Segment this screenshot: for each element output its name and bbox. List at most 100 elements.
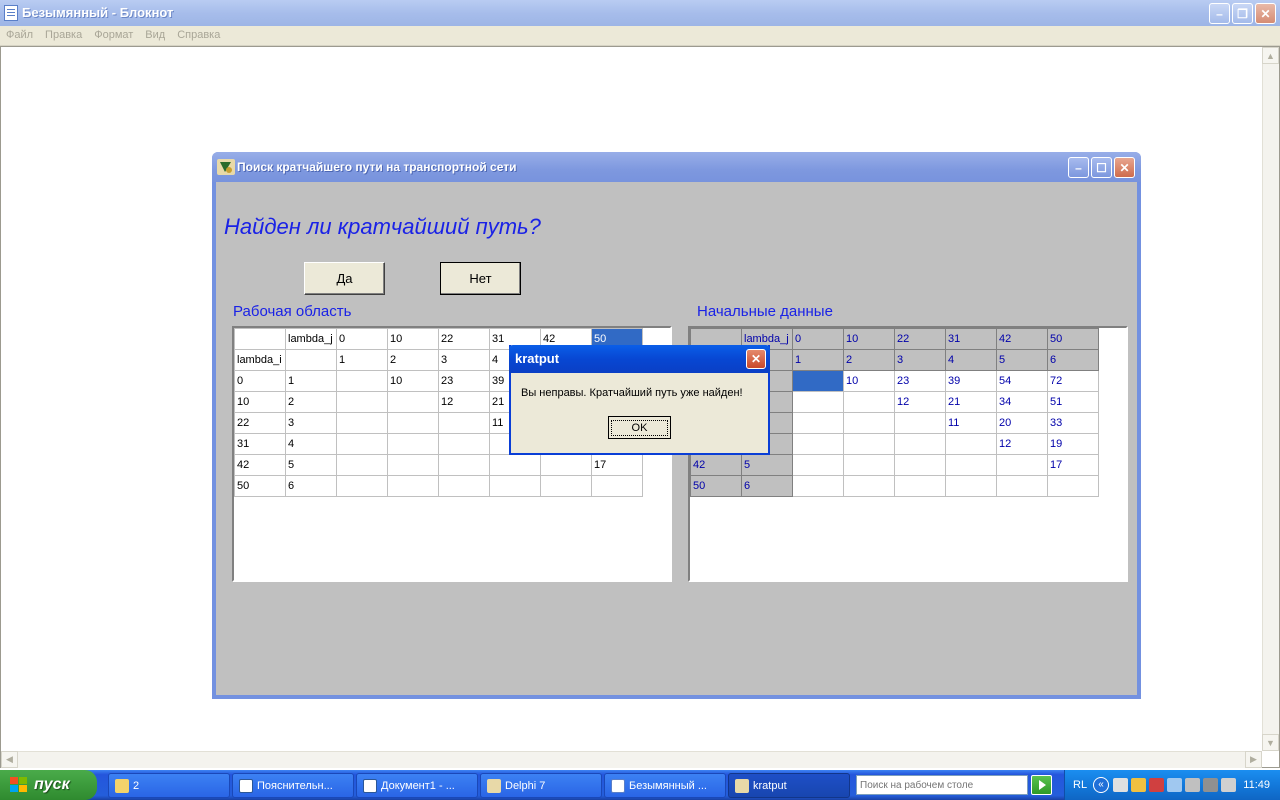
grid-cell[interactable] — [1047, 475, 1099, 497]
network-icon[interactable] — [1167, 778, 1182, 792]
no-button[interactable]: Нет — [440, 262, 521, 295]
grid-cell[interactable]: 1 — [336, 349, 388, 371]
grid-cell[interactable]: lambda_j — [285, 328, 337, 350]
grid-cell[interactable]: 50 — [234, 475, 286, 497]
grid-cell[interactable]: 50 — [1047, 328, 1099, 350]
dialog-close-icon[interactable]: ✕ — [746, 349, 766, 369]
horizontal-scrollbar[interactable]: ◀ ▶ — [1, 751, 1262, 768]
grid-cell[interactable]: 31 — [234, 433, 286, 455]
menu-help[interactable]: Справка — [171, 26, 226, 45]
grid-cell[interactable]: 3 — [285, 412, 337, 434]
grid-cell[interactable] — [843, 391, 895, 413]
menu-file[interactable]: Файл — [0, 26, 39, 45]
grid-cell[interactable] — [387, 412, 439, 434]
chevron-left-icon[interactable]: « — [1093, 777, 1109, 793]
grid-cell[interactable] — [843, 433, 895, 455]
tray-app-icon[interactable] — [1131, 778, 1146, 792]
grid-cell[interactable]: 3 — [438, 349, 490, 371]
grid-cell[interactable] — [792, 454, 844, 476]
grid-cell[interactable]: 50 — [690, 475, 742, 497]
grid-cell[interactable] — [843, 412, 895, 434]
menu-view[interactable]: Вид — [139, 26, 171, 45]
grid-cell[interactable] — [792, 475, 844, 497]
grid-cell[interactable] — [336, 391, 388, 413]
taskbar-item-delphi[interactable]: Delphi 7 — [480, 773, 602, 798]
grid-cell[interactable] — [792, 370, 844, 392]
grid-cell[interactable] — [894, 433, 946, 455]
grid-cell[interactable]: 11 — [945, 412, 997, 434]
grid-cell[interactable]: 10 — [234, 391, 286, 413]
taskbar-item-word-explanatory[interactable]: Пояснительн... — [232, 773, 354, 798]
desktop-search-input[interactable] — [856, 775, 1028, 795]
grid-cell[interactable]: 5 — [741, 454, 793, 476]
grid-cell[interactable]: 0 — [336, 328, 388, 350]
grid-cell[interactable] — [996, 475, 1048, 497]
taskbar-item-word-document1[interactable]: Документ1 - ... — [356, 773, 478, 798]
grid-cell[interactable] — [387, 475, 439, 497]
grid-cell[interactable]: 31 — [945, 328, 997, 350]
scroll-right-icon[interactable]: ▶ — [1245, 751, 1262, 768]
grid-cell[interactable]: 22 — [234, 412, 286, 434]
grid-cell[interactable] — [996, 454, 1048, 476]
grid-cell[interactable]: lambda_i — [234, 349, 286, 371]
grid-cell[interactable]: 42 — [996, 328, 1048, 350]
grid-cell[interactable]: 0 — [234, 370, 286, 392]
minimize-button[interactable]: – — [1209, 3, 1230, 24]
taskbar-item-kratput[interactable]: kratput — [728, 773, 850, 798]
grid-cell[interactable]: 2 — [285, 391, 337, 413]
grid-cell[interactable]: 12 — [438, 391, 490, 413]
grid-cell[interactable]: 51 — [1047, 391, 1099, 413]
grid-cell[interactable] — [336, 475, 388, 497]
grid-cell[interactable] — [387, 454, 439, 476]
maximize-button[interactable]: ☐ — [1091, 157, 1112, 178]
grid-cell[interactable]: 5 — [285, 454, 337, 476]
grid-cell[interactable]: 23 — [894, 370, 946, 392]
language-indicator[interactable]: RL — [1073, 770, 1087, 800]
grid-cell[interactable]: 10 — [843, 328, 895, 350]
volume-icon[interactable] — [1185, 778, 1200, 792]
yes-button[interactable]: Да — [304, 262, 385, 295]
grid-cell[interactable] — [438, 454, 490, 476]
grid-cell[interactable] — [792, 412, 844, 434]
restore-button[interactable]: ❐ — [1232, 3, 1253, 24]
grid-cell[interactable]: 2 — [843, 349, 895, 371]
grid-cell[interactable]: 17 — [591, 454, 643, 476]
kratput-title-bar[interactable]: Поиск кратчайшего пути на транспортной с… — [212, 152, 1141, 182]
grid-cell[interactable]: 2 — [387, 349, 439, 371]
grid-cell[interactable] — [489, 454, 541, 476]
taskbar-item-notepad[interactable]: Безымянный ... — [604, 773, 726, 798]
grid-cell[interactable] — [540, 475, 592, 497]
scroll-down-icon[interactable]: ▼ — [1262, 734, 1279, 751]
grid-cell[interactable]: 10 — [387, 370, 439, 392]
grid-cell[interactable] — [438, 433, 490, 455]
grid-cell[interactable] — [336, 370, 388, 392]
grid-cell[interactable] — [894, 412, 946, 434]
taskbar-item-folder[interactable]: 2 — [108, 773, 230, 798]
grid-cell[interactable] — [945, 433, 997, 455]
grid-cell[interactable]: 12 — [996, 433, 1048, 455]
grid-cell[interactable]: 10 — [387, 328, 439, 350]
grid-cell[interactable] — [387, 391, 439, 413]
grid-cell[interactable] — [792, 433, 844, 455]
close-button[interactable]: ✕ — [1114, 157, 1135, 178]
grid-cell[interactable] — [945, 475, 997, 497]
grid-cell[interactable] — [540, 454, 592, 476]
grid-cell[interactable]: 1 — [285, 370, 337, 392]
grid-cell[interactable]: 42 — [690, 454, 742, 476]
dialog-title-bar[interactable]: kratput ✕ — [509, 345, 770, 373]
grid-cell[interactable] — [285, 349, 337, 371]
grid-cell[interactable] — [792, 391, 844, 413]
grid-cell[interactable] — [591, 475, 643, 497]
search-go-button[interactable] — [1031, 775, 1052, 795]
menu-format[interactable]: Формат — [88, 26, 139, 45]
grid-cell[interactable] — [336, 433, 388, 455]
grid-cell[interactable] — [234, 328, 286, 350]
grid-cell[interactable] — [945, 454, 997, 476]
grid-cell[interactable] — [336, 412, 388, 434]
grid-cell[interactable]: 22 — [438, 328, 490, 350]
grid-cell[interactable] — [894, 454, 946, 476]
monitor-icon[interactable] — [1203, 778, 1218, 792]
grid-cell[interactable] — [489, 475, 541, 497]
ok-button[interactable]: OK — [608, 416, 671, 439]
scroll-up-icon[interactable]: ▲ — [1262, 47, 1279, 64]
